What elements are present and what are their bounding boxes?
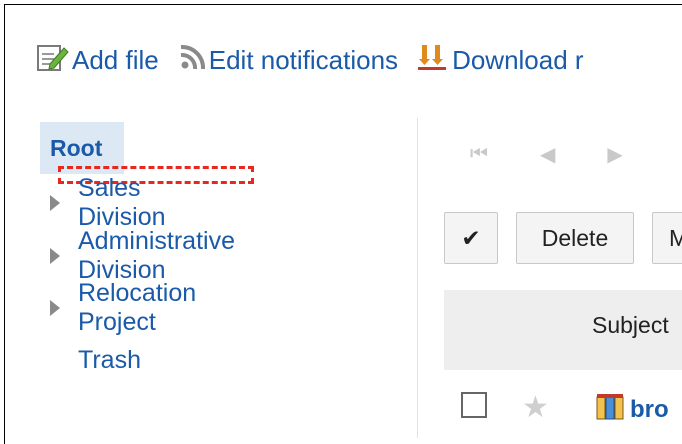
tree-item-label: Relocation Project: [78, 279, 197, 336]
add-file-icon: [36, 42, 70, 79]
edit-notifications-label: Edit notifications: [208, 44, 399, 75]
tree-item-label: Administrative Division: [78, 227, 235, 284]
download-icon: [416, 42, 450, 79]
row-checkbox[interactable]: [461, 392, 487, 418]
toolbar: Add file Edit notifications Download r: [36, 40, 602, 80]
expand-arrow-icon[interactable]: [50, 300, 60, 316]
tree-item-label: Trash: [78, 345, 141, 374]
previous-page-icon[interactable]: ◀: [540, 142, 555, 167]
file-books-icon: [596, 394, 626, 425]
tree-item-sales-division[interactable]: Sales Division: [50, 174, 166, 231]
add-file-button[interactable]: Add file: [36, 42, 159, 79]
delete-button[interactable]: Delete: [516, 212, 634, 264]
tree-item-relocation-project[interactable]: Relocation Project: [50, 279, 196, 336]
tree-item-administrative-division[interactable]: Administrative Division: [50, 227, 235, 284]
download-label: Download r: [452, 44, 584, 75]
edit-notifications-button[interactable]: Edit notifications: [177, 42, 398, 79]
move-button[interactable]: M: [652, 212, 682, 264]
pane-divider: [417, 118, 418, 438]
expand-arrow-icon[interactable]: [50, 248, 60, 264]
feed-icon: [177, 42, 207, 79]
download-button[interactable]: Download r: [416, 42, 584, 79]
expand-arrow-icon[interactable]: [50, 195, 60, 211]
file-name: bro: [630, 395, 669, 423]
add-file-label: Add file: [72, 44, 159, 75]
first-page-icon[interactable]: ⏮: [470, 143, 488, 166]
select-all-button[interactable]: ✔: [444, 212, 498, 264]
next-page-icon[interactable]: ▶: [607, 142, 622, 167]
star-icon[interactable]: ★: [522, 390, 549, 425]
subject-column-header[interactable]: Subject: [592, 312, 669, 339]
tree-item-label: Sales Division: [78, 174, 166, 231]
tree-item-trash[interactable]: Trash: [78, 345, 141, 375]
pagination: ⏮ ◀ ▶: [470, 142, 675, 167]
file-link[interactable]: bro: [596, 394, 669, 425]
